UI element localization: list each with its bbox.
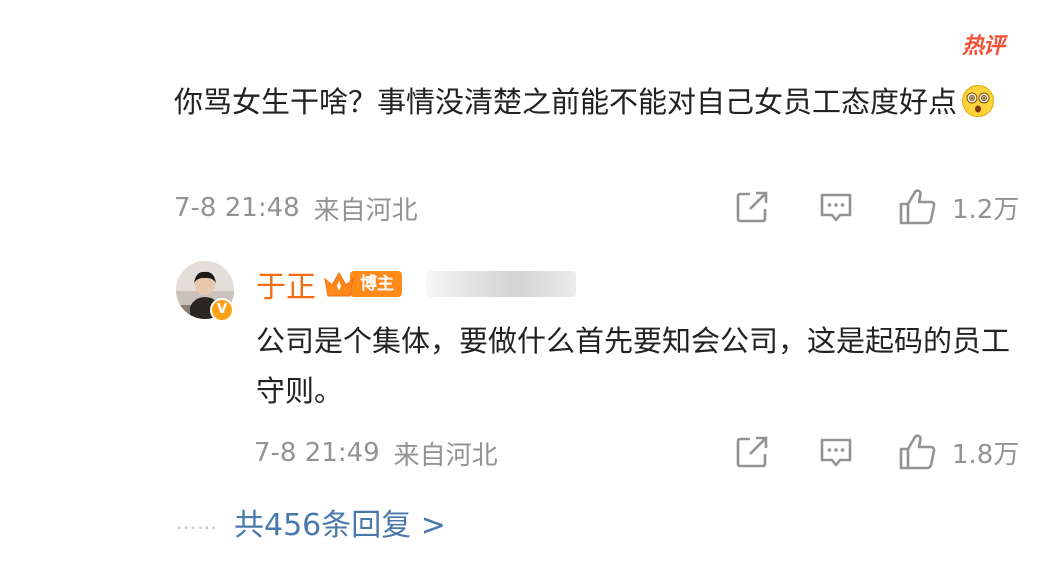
ellipsis-divider: ……	[176, 510, 218, 534]
verified-badge-icon: V	[210, 298, 234, 322]
hot-comment-badge: 热评	[962, 34, 1005, 59]
more-replies-row: …… 共456条回复 >	[176, 500, 446, 544]
view-all-replies-link[interactable]: 共456条回复 >	[234, 500, 446, 544]
comment-body: 你骂女生干啥？事情没清楚之前能不能对自己女员工态度好点	[174, 78, 1024, 127]
author-name[interactable]: 于正	[256, 262, 316, 306]
comment-meta: 7-8 21:48 来自河北	[174, 186, 418, 230]
dizzy-face-emoji-icon	[962, 85, 995, 117]
hot-comment-card: 热评 你骂女生干啥？事情没清楚之前能不能对自己女员工态度好点 7-8 21:48…	[0, 0, 1060, 571]
comment-icon	[820, 193, 852, 222]
comment-text: 你骂女生干啥？事情没清楚之前能不能对自己女员工态度好点	[174, 85, 958, 119]
comment-like-button[interactable]: 1.2万	[898, 188, 1019, 226]
crown-icon	[324, 272, 354, 297]
reply-time: 7-8 21:49	[254, 438, 380, 468]
reply-comment-button[interactable]	[818, 436, 854, 470]
blurred-badges	[426, 271, 576, 297]
reply-like-count: 1.8万	[952, 439, 1020, 470]
blogger-tag: 博主	[350, 271, 402, 297]
comment-icon	[820, 438, 852, 467]
comment-share-button[interactable]	[734, 189, 770, 225]
reply-location: 来自河北	[393, 440, 498, 471]
reply-share-button[interactable]	[734, 434, 770, 470]
share-icon	[736, 191, 768, 223]
share-icon	[736, 436, 768, 468]
comment-like-count: 1.2万	[952, 194, 1020, 225]
thumbs-up-icon	[899, 189, 936, 225]
thumbs-up-icon	[899, 434, 936, 470]
reply-author-row: 于正 博主	[256, 262, 576, 306]
reply-like-button[interactable]: 1.8万	[898, 433, 1019, 471]
reply-meta: 7-8 21:49 来自河北	[254, 431, 498, 475]
comment-reply-button[interactable]	[818, 191, 854, 225]
comment-time: 7-8 21:48	[174, 193, 300, 223]
reply-text: 公司是个集体，要做什么首先要知会公司，这是起码的员工守则。	[256, 324, 1011, 408]
comment-location: 来自河北	[313, 195, 418, 226]
